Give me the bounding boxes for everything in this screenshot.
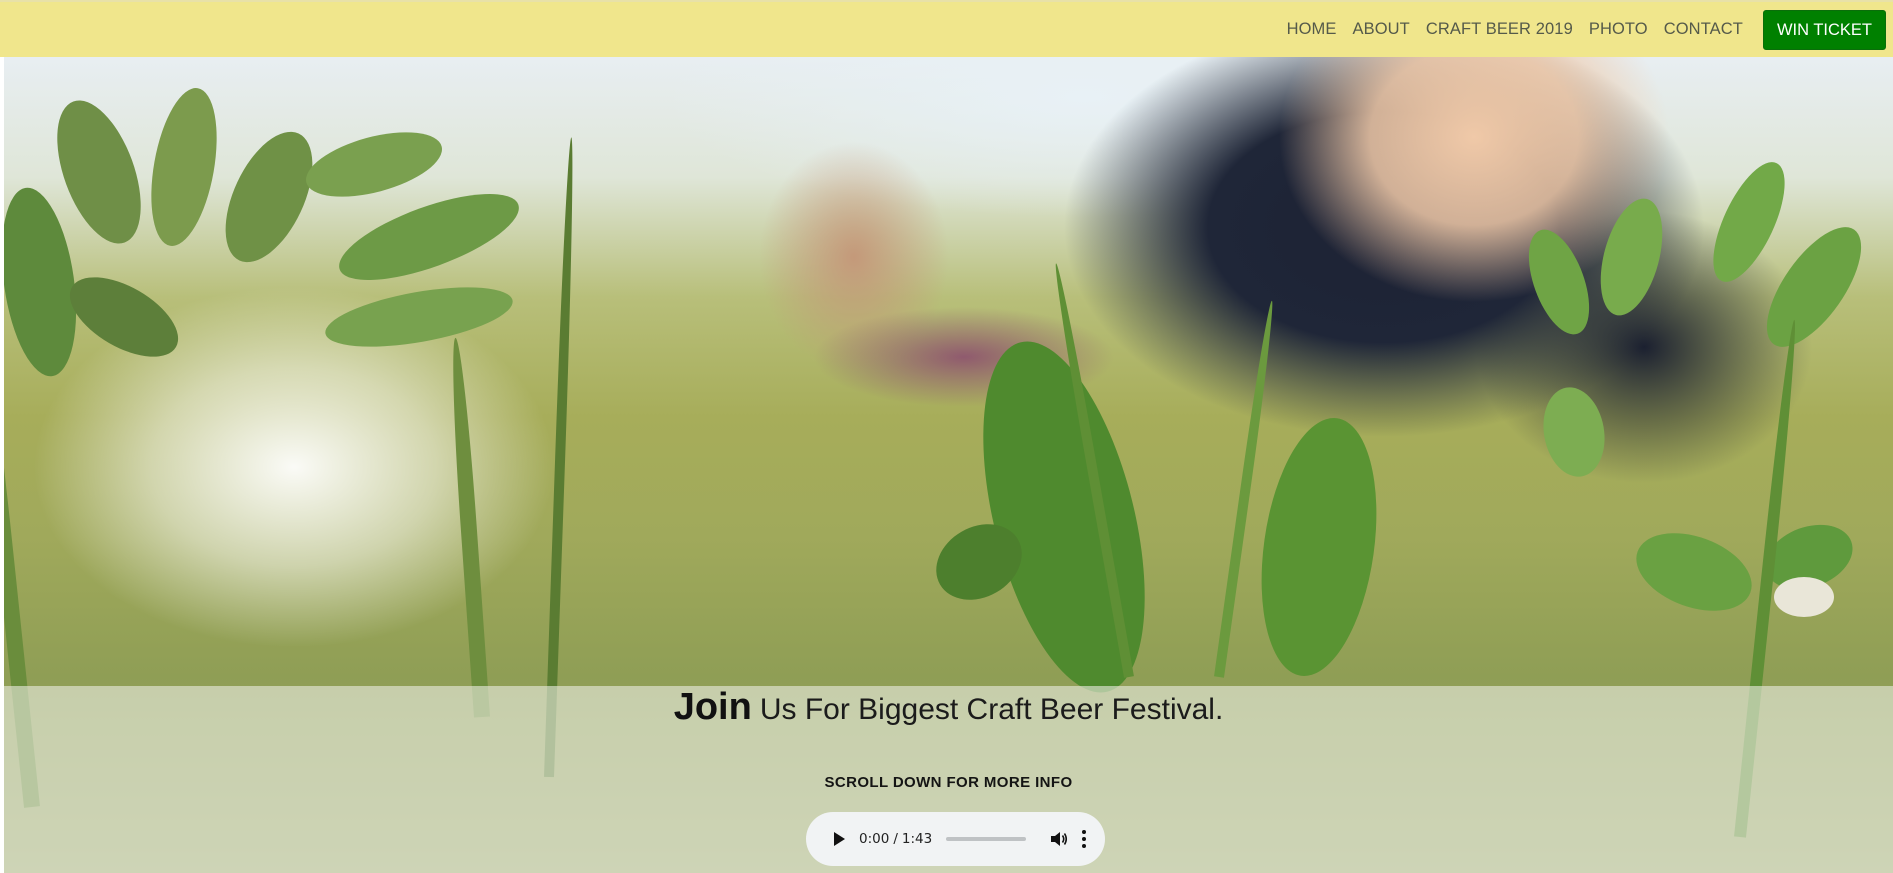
nav-link-photo[interactable]: PHOTO (1589, 20, 1648, 39)
audio-current-time: 0:00 (859, 831, 890, 847)
volume-icon[interactable] (1050, 831, 1068, 847)
nav-links: HOME ABOUT CRAFT BEER 2019 PHOTO CONTACT (1271, 20, 1743, 39)
more-options-icon[interactable] (1082, 830, 1087, 848)
hero-heading-strong: Join (673, 686, 752, 728)
audio-seek-bar[interactable] (946, 837, 1027, 841)
play-icon[interactable] (834, 832, 845, 846)
nav-link-about[interactable]: ABOUT (1353, 20, 1410, 39)
audio-player: 0:00 / 1:43 (806, 812, 1105, 866)
hero-heading-rest: Us For Biggest Craft Beer Festival. (759, 693, 1224, 726)
nav-link-craft-beer-2019[interactable]: CRAFT BEER 2019 (1426, 20, 1573, 39)
audio-time-separator: / (893, 831, 898, 847)
top-navbar: HOME ABOUT CRAFT BEER 2019 PHOTO CONTACT… (0, 0, 1893, 57)
hero-heading: Join Us For Biggest Craft Beer Festival. (4, 686, 1893, 729)
audio-duration: 1:43 (901, 831, 933, 847)
scroll-down-hint: SCROLL DOWN FOR MORE INFO (824, 774, 1073, 791)
nav-link-contact[interactable]: CONTACT (1664, 20, 1743, 39)
nav-link-home[interactable]: HOME (1287, 20, 1337, 39)
win-ticket-button[interactable]: WIN TICKET (1762, 9, 1886, 50)
